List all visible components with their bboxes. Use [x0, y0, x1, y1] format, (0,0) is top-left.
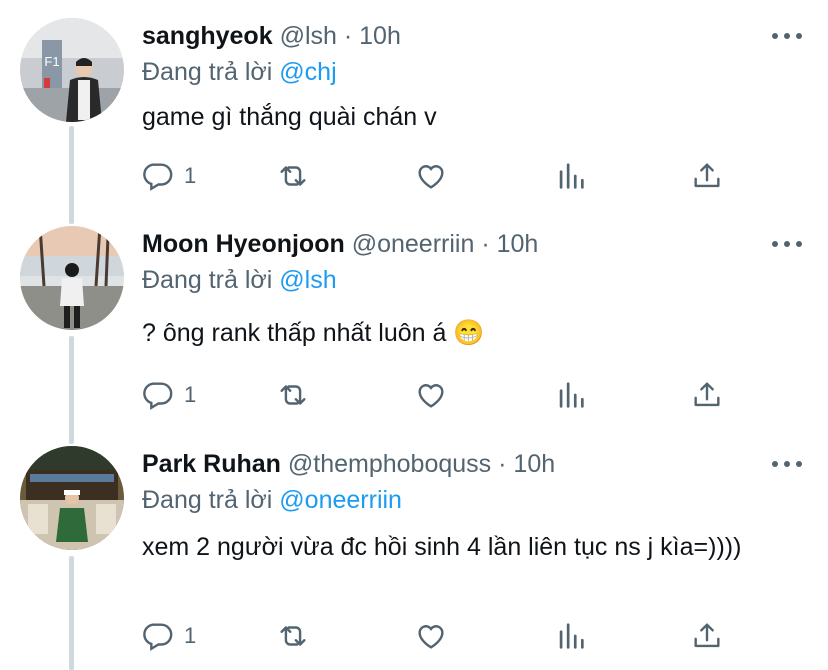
share-icon — [694, 382, 720, 407]
timestamp[interactable]: 10h — [497, 230, 539, 258]
separator-dot: · — [343, 22, 353, 50]
tweet-text: game gì thắng quài chán v — [142, 103, 437, 131]
share-icon — [694, 623, 720, 648]
tweet-text: ? ông rank thấp nhất luôn á 😁 — [142, 319, 485, 347]
reply-prefix: Đang trả lời — [142, 486, 273, 514]
retweet-button[interactable] — [276, 377, 310, 413]
analytics-icon — [559, 163, 584, 189]
separator-dot: · — [481, 230, 490, 258]
more-options-button[interactable] — [772, 30, 802, 42]
user-handle[interactable]: @themphoboquss — [288, 450, 491, 478]
analytics-button[interactable] — [554, 377, 588, 413]
retweet-icon — [280, 385, 306, 405]
reply-count: 1 — [184, 623, 197, 648]
retweet-button[interactable] — [276, 158, 310, 194]
share-icon — [694, 163, 720, 188]
tweet-header: Park Ruhan @themphoboquss · 10h — [142, 448, 555, 480]
like-icon — [418, 625, 444, 649]
analytics-icon — [559, 623, 584, 649]
reply-button[interactable]: 1 — [140, 377, 196, 413]
tweet[interactable]: Park Ruhan @themphoboquss · 10h Đang trả… — [0, 440, 828, 670]
reply-mention-link[interactable]: @oneerriin — [279, 486, 402, 514]
avatar[interactable] — [20, 226, 124, 330]
reply-count: 1 — [184, 382, 197, 407]
tweet-header: sanghyeok @lsh · 10h — [142, 20, 401, 52]
avatar[interactable] — [20, 446, 124, 550]
more-icon — [772, 33, 778, 39]
action-bar: 1 — [140, 158, 740, 194]
reply-icon — [143, 623, 173, 651]
reply-button[interactable]: 1 — [140, 158, 196, 194]
reply-icon — [143, 382, 173, 410]
user-handle[interactable]: @oneerriin — [352, 230, 475, 258]
svg-text:F1: F1 — [44, 54, 59, 69]
avatar[interactable]: F1 — [20, 18, 124, 122]
like-button[interactable] — [414, 377, 448, 413]
analytics-button[interactable] — [554, 158, 588, 194]
share-button[interactable] — [690, 158, 724, 194]
more-options-button[interactable] — [772, 238, 802, 250]
reply-context: Đang trả lời @chj — [142, 56, 337, 88]
timestamp[interactable]: 10h — [513, 450, 555, 478]
display-name[interactable]: Park Ruhan — [142, 450, 281, 478]
reply-context: Đang trả lời @lsh — [142, 264, 337, 296]
display-name[interactable]: Moon Hyeonjoon — [142, 230, 345, 258]
like-button[interactable] — [414, 618, 448, 654]
tweet[interactable]: F1 sanghyeok @lsh · 10h Đang trả lời @ch… — [0, 0, 828, 220]
user-handle[interactable]: @lsh — [280, 22, 337, 50]
reply-prefix: Đang trả lời — [142, 58, 273, 86]
retweet-icon — [280, 166, 306, 186]
analytics-button[interactable] — [554, 618, 588, 654]
reply-context: Đang trả lời @oneerriin — [142, 484, 402, 516]
reply-mention-link[interactable]: @lsh — [279, 266, 336, 294]
reply-count: 1 — [184, 163, 197, 188]
more-icon — [772, 241, 778, 247]
separator-dot: · — [498, 450, 507, 478]
like-icon — [418, 165, 444, 189]
tweet-header: Moon Hyeonjoon @oneerriin · 10h — [142, 228, 538, 260]
tweet-text: xem 2 người vừa đc hồi sinh 4 lần liên t… — [142, 533, 742, 561]
reply-icon — [143, 163, 173, 191]
share-button[interactable] — [690, 377, 724, 413]
timestamp[interactable]: 10h — [359, 22, 401, 50]
like-icon — [418, 384, 444, 408]
retweet-icon — [280, 626, 306, 646]
action-bar: 1 — [140, 377, 740, 413]
tweet[interactable]: Moon Hyeonjoon @oneerriin · 10h Đang trả… — [0, 220, 828, 440]
analytics-icon — [559, 382, 584, 408]
reply-button[interactable]: 1 — [140, 618, 196, 654]
more-icon — [772, 461, 778, 467]
display-name[interactable]: sanghyeok — [142, 22, 273, 50]
reply-prefix: Đang trả lời — [142, 266, 273, 294]
retweet-button[interactable] — [276, 618, 310, 654]
more-options-button[interactable] — [772, 458, 802, 470]
share-button[interactable] — [690, 618, 724, 654]
reply-mention-link[interactable]: @chj — [279, 58, 336, 86]
like-button[interactable] — [414, 158, 448, 194]
action-bar: 1 — [140, 618, 740, 654]
